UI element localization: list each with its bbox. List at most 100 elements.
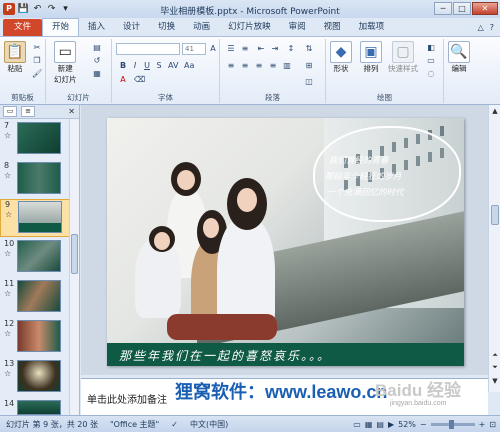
bullets-icon[interactable]: ☰ <box>226 44 236 54</box>
pane-close-icon[interactable]: ✕ <box>68 107 75 116</box>
zoom-level[interactable]: 52% <box>398 420 416 429</box>
new-slide-label: 新建 <box>57 64 73 73</box>
thumbnail-slide-9[interactable]: 9 ☆ <box>0 199 70 237</box>
zoom-slider-knob[interactable] <box>448 419 454 429</box>
thumbnail-scrollbar-thumb[interactable] <box>71 234 78 274</box>
increase-indent-icon[interactable]: ⇥ <box>270 44 280 54</box>
numbering-icon[interactable]: ≡ <box>240 44 250 54</box>
tab-file[interactable]: 文件 <box>3 19 43 36</box>
tab-review[interactable]: 审阅 <box>280 19 315 36</box>
thumbnail-slide-7[interactable]: 7 ☆ <box>0 121 70 159</box>
slide-scrollbar-thumb[interactable] <box>491 205 499 225</box>
cloud-text-bubble[interactable]: 我们曾经的青春 那段年少轻狂的岁月 一个充满回忆的时代 <box>313 126 461 222</box>
binoculars-icon: 🔍 <box>448 41 470 63</box>
font-name-combo[interactable] <box>116 43 180 55</box>
thumbnail-number: 11 ☆ <box>4 279 16 299</box>
reading-view-icon[interactable]: ▤ <box>376 420 384 429</box>
align-left-icon[interactable]: ≡ <box>226 61 236 71</box>
help-icon[interactable]: ? <box>490 23 494 32</box>
strikethrough-icon[interactable]: S <box>154 61 164 71</box>
align-center-icon[interactable]: ≡ <box>240 61 250 71</box>
thumbnail-slide-12[interactable]: 12 ☆ <box>0 319 70 357</box>
tab-design[interactable]: 设计 <box>114 19 149 36</box>
slide-photo[interactable]: 我们曾经的青春 那段年少轻狂的岁月 一个充满回忆的时代 <box>107 118 464 348</box>
customize-qat-icon[interactable]: ▾ <box>60 4 71 15</box>
zoom-slider[interactable] <box>430 419 475 429</box>
font-color-icon[interactable]: A <box>118 75 128 85</box>
tab-view[interactable]: 视图 <box>315 19 350 36</box>
grow-font-icon[interactable]: A <box>208 44 218 54</box>
minimize-ribbon-icon[interactable]: △ <box>478 23 484 32</box>
thumbnail-slide-13[interactable]: 13 ☆ <box>0 359 70 397</box>
tab-transitions[interactable]: 切换 <box>149 19 184 36</box>
bold-icon[interactable]: B <box>118 61 128 71</box>
slide-scrollbar[interactable]: ▲ ⏶ ⏷ ▼ <box>488 105 500 392</box>
thumbnail-slide-8[interactable]: 8 ☆ <box>0 161 70 199</box>
editing-button[interactable]: 🔍 编辑 <box>448 41 470 74</box>
paste-button[interactable]: 📋 粘贴 <box>4 41 26 74</box>
cut-icon[interactable]: ✂ <box>32 43 42 53</box>
clear-format-icon[interactable]: ⌫ <box>134 75 145 85</box>
minimize-button[interactable]: ─ <box>434 2 452 15</box>
format-painter-icon[interactable]: 🖌 <box>32 69 42 79</box>
line-spacing-icon[interactable]: ↕ <box>286 44 296 54</box>
scroll-down-icon[interactable]: ▼ <box>491 377 499 385</box>
italic-icon[interactable]: I <box>130 61 140 71</box>
shape-fill-icon[interactable]: ◧ <box>426 43 436 53</box>
shape-effects-icon[interactable]: ◌ <box>426 69 436 79</box>
tab-home[interactable]: 开始 <box>42 18 80 36</box>
text-direction-icon[interactable]: ⇅ <box>304 44 314 54</box>
thumbnail-slide-11[interactable]: 11 ☆ <box>0 279 70 317</box>
outline-tab-icon[interactable]: ≡ <box>21 106 35 117</box>
current-slide[interactable]: 我们曾经的青春 那段年少轻狂的岁月 一个充满回忆的时代 那些年我们在一起的喜怒哀… <box>107 118 464 366</box>
shape-outline-icon[interactable]: ▭ <box>426 56 436 66</box>
prev-slide-icon[interactable]: ⏶ <box>491 351 499 360</box>
font-size-combo[interactable]: 41 <box>182 43 206 55</box>
align-right-icon[interactable]: ≡ <box>254 61 264 71</box>
slideshow-view-icon[interactable]: ▶ <box>388 420 394 429</box>
shapes-button[interactable]: ◆ 形状 <box>330 41 352 74</box>
layout-icon[interactable]: ▤ <box>92 43 102 53</box>
language[interactable]: 中文(中国) <box>184 419 234 430</box>
zoom-in-icon[interactable]: + <box>479 420 486 429</box>
notes-placeholder[interactable]: 单击此处添加备注 <box>87 391 167 406</box>
fit-slide-icon[interactable]: ⊡ <box>489 420 496 429</box>
tab-animations[interactable]: 动画 <box>184 19 219 36</box>
thumbnail-slide-14[interactable]: 14 <box>0 399 70 415</box>
tab-insert[interactable]: 插入 <box>79 19 114 36</box>
underline-icon[interactable]: U <box>142 61 152 71</box>
copy-icon[interactable]: ❐ <box>32 56 42 66</box>
slides-tab-icon[interactable]: ▭ <box>3 106 17 117</box>
redo-icon[interactable]: ↷ <box>46 4 57 15</box>
caption-bar[interactable]: 那些年我们在一起的喜怒哀乐。。。 <box>107 343 464 366</box>
slide-caption: 那些年我们在一起的喜怒哀乐。。。 <box>119 349 332 363</box>
thumbnail-slide-10[interactable]: 10 ☆ <box>0 239 70 277</box>
justify-icon[interactable]: ≡ <box>268 61 278 71</box>
reset-icon[interactable]: ↺ <box>92 56 102 66</box>
next-slide-icon[interactable]: ⏷ <box>491 363 499 372</box>
change-case-icon[interactable]: Aa <box>184 61 194 71</box>
smartart-icon[interactable]: ◫ <box>304 77 314 87</box>
save-icon[interactable]: 💾 <box>18 4 29 15</box>
char-spacing-icon[interactable]: AV <box>168 61 178 71</box>
tab-addins[interactable]: 加载项 <box>350 19 394 36</box>
zoom-out-icon[interactable]: − <box>420 420 427 429</box>
new-slide-button[interactable]: ▭ 新建 幻灯片 <box>54 41 77 85</box>
close-button[interactable]: ✕ <box>472 2 498 15</box>
arrange-button[interactable]: ▣ 排列 <box>360 41 382 74</box>
quick-styles-button[interactable]: ▢ 快速样式 <box>388 41 418 74</box>
thumbnail-scrollbar[interactable] <box>69 119 79 415</box>
proofing-icon[interactable]: ✓ <box>165 420 184 429</box>
normal-view-icon[interactable]: ▭ <box>353 420 361 429</box>
undo-icon[interactable]: ↶ <box>32 4 43 15</box>
scroll-up-icon[interactable]: ▲ <box>491 107 499 115</box>
powerpoint-logo-icon[interactable]: P <box>3 3 15 15</box>
decrease-indent-icon[interactable]: ⇤ <box>256 44 266 54</box>
columns-icon[interactable]: ▥ <box>282 61 292 71</box>
tab-slideshow[interactable]: 幻灯片放映 <box>219 19 280 36</box>
sorter-view-icon[interactable]: ▦ <box>365 420 373 429</box>
section-icon[interactable]: ▦ <box>92 69 102 79</box>
font-group-label: 字体 <box>158 93 173 102</box>
align-text-icon[interactable]: ⊞ <box>304 61 314 71</box>
maximize-button[interactable]: □ <box>453 2 471 15</box>
